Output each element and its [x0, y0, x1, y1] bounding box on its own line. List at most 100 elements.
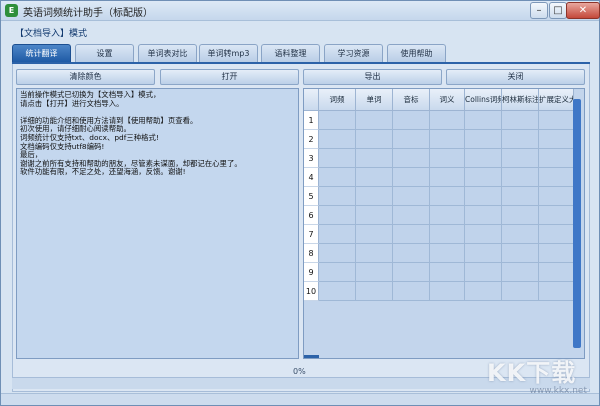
table-cell[interactable]: [430, 130, 465, 149]
table-cell[interactable]: [465, 263, 502, 282]
table-cell[interactable]: [539, 263, 574, 282]
tab-corpus[interactable]: 语料整理: [261, 44, 320, 62]
maximize-button[interactable]: □: [549, 2, 567, 19]
table-cell[interactable]: [430, 225, 465, 244]
table-cell[interactable]: [393, 187, 430, 206]
table-cell[interactable]: [393, 244, 430, 263]
table-cell[interactable]: [319, 206, 356, 225]
table-row[interactable]: 6: [304, 206, 574, 225]
table-cell[interactable]: [393, 282, 430, 301]
table-cell[interactable]: [319, 168, 356, 187]
tab-help[interactable]: 使用帮助: [387, 44, 446, 62]
table-cell[interactable]: [356, 149, 393, 168]
table-cell[interactable]: [430, 111, 465, 130]
title-bar[interactable]: E 英语词频统计助手（标配版） – □ ✕: [1, 1, 600, 21]
table-cell[interactable]: [539, 244, 574, 263]
table-cell[interactable]: [539, 168, 574, 187]
table-cell[interactable]: [502, 130, 539, 149]
table-cell[interactable]: [465, 187, 502, 206]
tab-word-to-mp3[interactable]: 单词转mp3: [199, 44, 258, 62]
column-header[interactable]: 词频: [319, 89, 356, 111]
open-button[interactable]: 打开: [160, 69, 299, 85]
table-row[interactable]: 1: [304, 111, 574, 130]
table-cell[interactable]: [319, 282, 356, 301]
table-cell[interactable]: [319, 111, 356, 130]
table-cell[interactable]: [393, 206, 430, 225]
table-cell[interactable]: [465, 149, 502, 168]
column-header[interactable]: 词义: [430, 89, 465, 111]
tab-learning-resources[interactable]: 学习资源: [324, 44, 383, 62]
table-cell[interactable]: [430, 149, 465, 168]
table-cell[interactable]: [502, 111, 539, 130]
word-table[interactable]: 词频 单词 音标 词义 Collins词频 柯林斯标注大纲 扩展定义大纲 123…: [303, 88, 585, 359]
column-header[interactable]: 柯林斯标注大纲: [502, 89, 539, 111]
table-cell[interactable]: [430, 263, 465, 282]
table-cell[interactable]: [465, 206, 502, 225]
table-cell[interactable]: [356, 111, 393, 130]
column-header[interactable]: 扩展定义大纲: [539, 89, 574, 111]
table-cell[interactable]: [502, 168, 539, 187]
table-cell[interactable]: [502, 206, 539, 225]
table-cell[interactable]: [356, 282, 393, 301]
table-cell[interactable]: [356, 168, 393, 187]
table-cell[interactable]: [539, 149, 574, 168]
table-cell[interactable]: [356, 225, 393, 244]
table-cell[interactable]: [319, 244, 356, 263]
table-cell[interactable]: [465, 244, 502, 263]
table-cell[interactable]: [356, 187, 393, 206]
table-cell[interactable]: [393, 225, 430, 244]
minimize-button[interactable]: –: [530, 2, 548, 19]
table-row[interactable]: 4: [304, 168, 574, 187]
table-cell[interactable]: [356, 130, 393, 149]
vertical-scrollbar[interactable]: [573, 99, 581, 348]
table-row[interactable]: 9: [304, 263, 574, 282]
table-cell[interactable]: [465, 168, 502, 187]
table-cell[interactable]: [502, 225, 539, 244]
table-cell[interactable]: [319, 263, 356, 282]
table-cell[interactable]: [393, 130, 430, 149]
export-button[interactable]: 导出: [303, 69, 442, 85]
table-cell[interactable]: [356, 263, 393, 282]
table-cell[interactable]: [539, 282, 574, 301]
table-cell[interactable]: [502, 187, 539, 206]
table-cell[interactable]: [319, 130, 356, 149]
close-button[interactable]: 关闭: [446, 69, 585, 85]
table-cell[interactable]: [430, 206, 465, 225]
column-header[interactable]: 音标: [393, 89, 430, 111]
column-header[interactable]: Collins词频: [465, 89, 502, 111]
table-cell[interactable]: [319, 225, 356, 244]
table-cell[interactable]: [539, 225, 574, 244]
table-row[interactable]: 8: [304, 244, 574, 263]
table-row[interactable]: 3: [304, 149, 574, 168]
table-row[interactable]: 5: [304, 187, 574, 206]
table-cell[interactable]: [465, 130, 502, 149]
clear-colors-button[interactable]: 清除颜色: [16, 69, 155, 85]
table-cell[interactable]: [430, 282, 465, 301]
column-header[interactable]: 单词: [356, 89, 393, 111]
table-cell[interactable]: [465, 225, 502, 244]
table-cell[interactable]: [356, 206, 393, 225]
table-cell[interactable]: [539, 187, 574, 206]
table-cell[interactable]: [465, 282, 502, 301]
table-row[interactable]: 7: [304, 225, 574, 244]
tab-stats-translate[interactable]: 统计翻译: [12, 44, 71, 62]
table-cell[interactable]: [502, 282, 539, 301]
log-textarea[interactable]: 当前操作模式已切换为【文档导入】模式， 请点击【打开】进行文档导入。 详细的功能…: [16, 88, 299, 359]
table-cell[interactable]: [319, 149, 356, 168]
table-cell[interactable]: [465, 111, 502, 130]
table-cell[interactable]: [539, 130, 574, 149]
table-cell[interactable]: [502, 263, 539, 282]
table-cell[interactable]: [430, 244, 465, 263]
table-cell[interactable]: [356, 244, 393, 263]
table-cell[interactable]: [539, 206, 574, 225]
tab-wordlist-compare[interactable]: 单词表对比: [138, 44, 197, 62]
table-cell[interactable]: [393, 149, 430, 168]
table-cell[interactable]: [502, 244, 539, 263]
table-row[interactable]: 10: [304, 282, 574, 301]
table-cell[interactable]: [319, 187, 356, 206]
table-row[interactable]: 2: [304, 130, 574, 149]
table-cell[interactable]: [393, 263, 430, 282]
table-cell[interactable]: [539, 111, 574, 130]
table-cell[interactable]: [393, 111, 430, 130]
table-cell[interactable]: [393, 168, 430, 187]
